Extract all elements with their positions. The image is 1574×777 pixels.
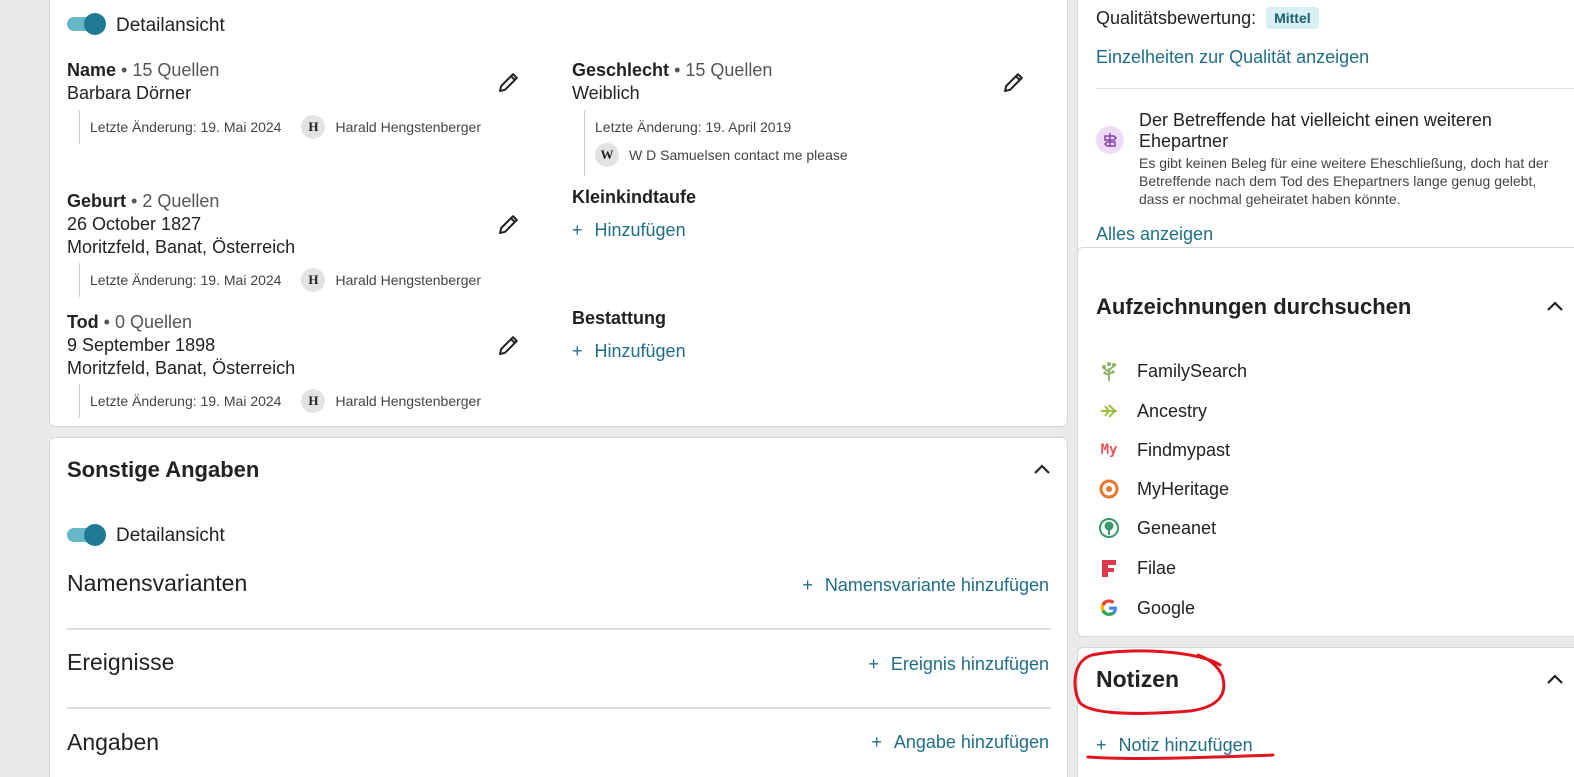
other-info-title: Sonstige Angaben <box>67 457 260 482</box>
divider <box>1096 88 1574 89</box>
hint-title: Der Betreffende hat vielleicht einen wei… <box>1139 110 1492 151</box>
birth-last-change: Letzte Änderung: 19. Mai 2024 H Harald Hen… <box>79 263 481 297</box>
hint-text: Es gibt keinen Beleg für eine weitere Eh… <box>1139 155 1549 207</box>
quality-score: Qualitätsbewertung: Mittel <box>1096 7 1319 29</box>
burial-heading: Bestattung <box>572 308 666 328</box>
name-last-change: Letzte Änderung: 19. Mai 2024 H Harald Hen… <box>79 110 481 144</box>
plus-icon: + <box>572 341 583 361</box>
birth-place: Moritzfeld, Banat, Österreich <box>67 237 296 257</box>
provider-ancestry[interactable]: Ancestry <box>1098 400 1207 422</box>
sex-last-change: Letzte Änderung: 19. April 2019 WW D Sam… <box>584 110 848 176</box>
search-records-card: Aufzeichnungen durchsuchen FamilySearch … <box>1077 247 1574 637</box>
edit-sex-pencil-icon[interactable] <box>1002 70 1026 94</box>
detail-view-label: Detailansicht <box>116 525 225 546</box>
detail-view-toggle[interactable] <box>67 524 107 546</box>
add-burial-link[interactable]: + Hinzufügen <box>572 341 686 362</box>
avatar: H <box>301 389 326 413</box>
avatar: H <box>301 115 326 139</box>
sex-value: Weiblich <box>572 83 640 103</box>
provider-filae[interactable]: Filae <box>1098 557 1176 579</box>
death-date: 9 September 1898 <box>67 335 216 355</box>
add-fact-link[interactable]: + Angabe hinzufügen <box>871 732 1049 753</box>
christening-heading: Kleinkindtaufe <box>572 187 697 207</box>
birth-date: 26 October 1827 <box>67 214 202 234</box>
events-title: Ereignisse <box>67 649 175 675</box>
plus-icon: + <box>868 654 879 674</box>
red-annotation-overlay <box>1073 649 1275 760</box>
familysearch-tree-icon <box>1098 360 1120 382</box>
avatar: H <box>301 268 326 292</box>
add-name-variant-link[interactable]: + Namensvariante hinzufügen <box>802 575 1049 596</box>
avatar: W <box>595 143 619 167</box>
filae-icon <box>1098 557 1120 579</box>
divider <box>67 628 1051 630</box>
findmypast-icon: My <box>1100 442 1118 458</box>
google-icon <box>1098 597 1120 619</box>
detail-view-toggle[interactable] <box>67 13 107 35</box>
facts-title: Angaben <box>67 729 160 755</box>
geneanet-icon <box>1098 517 1120 539</box>
death-heading: Tod • 0 Quellen <box>67 312 193 332</box>
name-value: Barbara Dörner <box>67 83 192 103</box>
hint-icon <box>1096 126 1124 154</box>
name-variants-title: Namensvarianten <box>67 570 248 596</box>
provider-geneanet[interactable]: Geneanet <box>1098 517 1216 539</box>
edit-birth-pencil-icon[interactable] <box>497 212 521 236</box>
details-card: Detailansicht Name • 15 Quellen Barbara … <box>49 0 1068 427</box>
plus-icon: + <box>871 732 882 752</box>
name-heading: Name • 15 Quellen <box>67 60 220 80</box>
provider-familysearch[interactable]: FamilySearch <box>1098 360 1247 382</box>
collapse-chevron-up-icon[interactable] <box>1546 673 1564 685</box>
show-all-link[interactable]: Alles anzeigen <box>1096 224 1213 245</box>
quality-badge: Mittel <box>1266 7 1319 29</box>
ancestry-leaf-icon <box>1098 400 1120 422</box>
edit-name-pencil-icon[interactable] <box>497 70 521 94</box>
quality-details-link[interactable]: Einzelheiten zur Qualität anzeigen <box>1096 47 1369 68</box>
myheritage-icon <box>1098 478 1120 500</box>
provider-google[interactable]: Google <box>1098 597 1195 619</box>
birth-heading: Geburt • 2 Quellen <box>67 191 220 211</box>
plus-icon: + <box>802 575 813 595</box>
quality-card: Qualitätsbewertung: Mittel Einzelheiten z… <box>1077 0 1574 265</box>
add-event-link[interactable]: + Ereignis hinzufügen <box>868 654 1049 675</box>
provider-findmypast[interactable]: My Findmypast <box>1098 439 1230 461</box>
search-records-title: Aufzeichnungen durchsuchen <box>1096 294 1412 319</box>
other-info-card: Sonstige Angaben Detailansicht Namensvar… <box>49 437 1068 777</box>
divider <box>67 707 1051 709</box>
death-place: Moritzfeld, Banat, Österreich <box>67 358 296 378</box>
collapse-chevron-up-icon[interactable] <box>1033 463 1051 475</box>
add-christening-link[interactable]: + Hinzufügen <box>572 220 686 241</box>
death-last-change: Letzte Änderung: 19. Mai 2024 H Harald Hen… <box>79 384 481 418</box>
sex-heading: Geschlecht • 15 Quellen <box>572 60 773 80</box>
plus-icon: + <box>572 220 583 240</box>
detail-view-label: Detailansicht <box>116 15 225 36</box>
edit-death-pencil-icon[interactable] <box>497 333 521 357</box>
provider-myheritage[interactable]: MyHeritage <box>1098 478 1229 500</box>
collapse-chevron-up-icon[interactable] <box>1546 300 1564 312</box>
